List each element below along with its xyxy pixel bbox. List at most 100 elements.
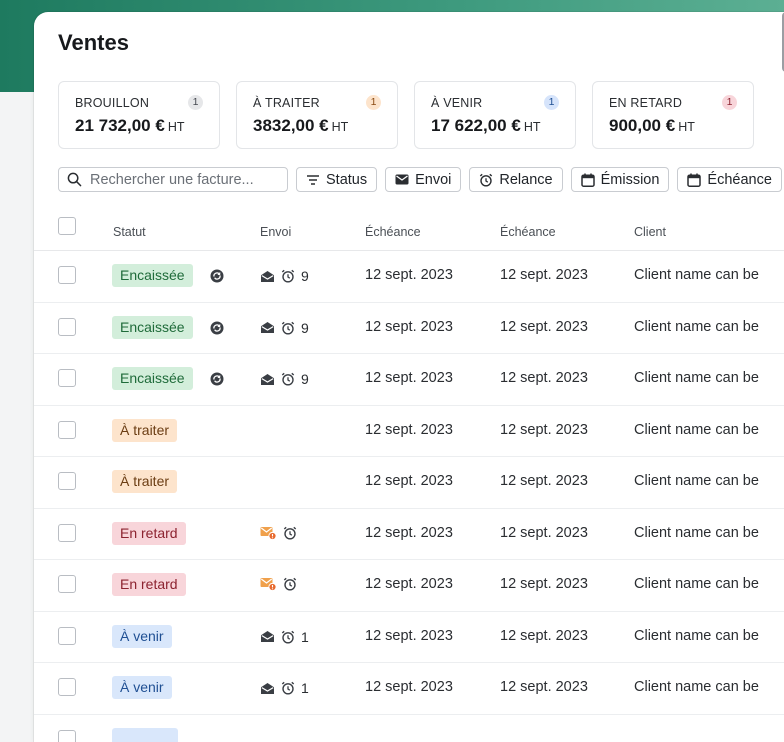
due-date-cell-2: 12 sept. 2023 xyxy=(500,319,588,335)
count-badge: 1 xyxy=(544,95,559,110)
emission-filter-button[interactable]: Émission xyxy=(571,167,670,192)
search-input[interactable] xyxy=(90,172,275,188)
relance-filter-button[interactable]: Relance xyxy=(469,167,562,192)
client-cell: Client name can be xyxy=(634,628,759,644)
row-checkbox[interactable] xyxy=(58,318,76,336)
envoi-indicators: 9 xyxy=(260,320,309,336)
status-badge: Encaissée xyxy=(112,316,193,339)
due-date-cell-2: 12 sept. 2023 xyxy=(500,679,588,695)
table-row[interactable]: À venir112 sept. 202312 sept. 2023Client… xyxy=(34,612,784,664)
status-badge: À traiter xyxy=(112,470,177,493)
status-badge: Encaissée xyxy=(112,367,193,390)
card-label: À TRAITER xyxy=(253,96,381,110)
filter-lines-icon xyxy=(306,174,320,186)
alarm-clock-icon xyxy=(281,681,295,695)
card-en-retard[interactable]: EN RETARD 1 900,00 €HT xyxy=(592,81,754,149)
envelope-icon xyxy=(395,174,409,185)
sync-icon xyxy=(210,321,224,335)
due-date-cell: 12 sept. 2023 xyxy=(365,422,453,438)
row-checkbox[interactable] xyxy=(58,421,76,439)
amount-value: 21 732,00 € xyxy=(75,116,165,135)
card-a-traiter[interactable]: À TRAITER 1 3832,00 €HT xyxy=(236,81,398,149)
status-badge: À traiter xyxy=(112,419,177,442)
button-label: Envoi xyxy=(415,172,451,188)
table-row[interactable]: En retard12 sept. 202312 sept. 2023Clien… xyxy=(34,560,784,612)
table-row[interactable]: À traiter12 sept. 202312 sept. 2023Clien… xyxy=(34,406,784,458)
alarm-clock-icon xyxy=(281,372,295,386)
row-checkbox[interactable] xyxy=(58,524,76,542)
envoi-indicators: 1 xyxy=(260,629,309,645)
amount-value: 3832,00 € xyxy=(253,116,329,135)
card-amount: 900,00 €HT xyxy=(609,116,737,136)
row-checkbox[interactable] xyxy=(58,472,76,490)
table-row[interactable] xyxy=(34,715,784,742)
table-row[interactable]: En retard12 sept. 202312 sept. 2023Clien… xyxy=(34,509,784,561)
envoi-indicators: 9 xyxy=(260,371,309,387)
status-filter-button[interactable]: Status xyxy=(296,167,377,192)
card-amount: 21 732,00 €HT xyxy=(75,116,203,136)
row-checkbox[interactable] xyxy=(58,730,76,742)
row-checkbox[interactable] xyxy=(58,266,76,284)
envelope-open-icon xyxy=(260,373,275,386)
table-row[interactable]: Encaissée912 sept. 202312 sept. 2023Clie… xyxy=(34,354,784,406)
echeance-filter-button[interactable]: Échéance xyxy=(677,167,782,192)
amount-unit: HT xyxy=(332,120,349,134)
due-date-cell: 12 sept. 2023 xyxy=(365,679,453,695)
sync-icon xyxy=(210,269,224,283)
envoi-indicators xyxy=(260,577,303,591)
sales-panel: Ventes BROUILLON 1 21 732,00 €HT À TRAIT… xyxy=(34,12,784,742)
button-label: Émission xyxy=(601,172,660,188)
status-badge: À venir xyxy=(112,625,172,648)
relance-count: 9 xyxy=(301,268,309,284)
table-row[interactable]: À venir 1 12 sept. 2023 12 sept. 2023 Client… xyxy=(34,663,784,715)
relance-count: 1 xyxy=(301,680,309,696)
client-cell: Client name can be xyxy=(634,679,759,695)
row-checkbox[interactable] xyxy=(58,575,76,593)
alarm-clock-icon xyxy=(479,173,493,187)
row-checkbox[interactable] xyxy=(58,369,76,387)
table-row[interactable]: Encaissée912 sept. 202312 sept. 2023Clie… xyxy=(34,303,784,355)
amount-unit: HT xyxy=(524,120,541,134)
alarm-clock-icon xyxy=(281,321,295,335)
card-amount: 17 622,00 €HT xyxy=(431,116,559,136)
status-badge: À venir xyxy=(112,676,172,699)
table-row[interactable]: À traiter12 sept. 202312 sept. 2023Clien… xyxy=(34,457,784,509)
amount-unit: HT xyxy=(678,120,695,134)
status-badge: En retard xyxy=(112,522,186,545)
due-date-cell: 12 sept. 2023 xyxy=(365,525,453,541)
alarm-clock-icon xyxy=(283,526,297,540)
relance-count: 9 xyxy=(301,371,309,387)
header-client[interactable]: Client xyxy=(634,225,666,239)
header-envoi[interactable]: Envoi xyxy=(260,225,291,239)
alarm-clock-icon xyxy=(283,577,297,591)
envoi-filter-button[interactable]: Envoi xyxy=(385,167,461,192)
select-all-checkbox[interactable] xyxy=(58,217,76,235)
table-row[interactable]: Encaissée912 sept. 202312 sept. 2023Clie… xyxy=(34,251,784,303)
filter-bar: Status Envoi Relance Émission Échéance xyxy=(58,167,782,192)
card-brouillon[interactable]: BROUILLON 1 21 732,00 €HT xyxy=(58,81,220,149)
client-cell: Client name can be xyxy=(634,267,759,283)
search-box[interactable] xyxy=(58,167,288,192)
due-date-cell: 12 sept. 2023 xyxy=(365,267,453,283)
due-date-cell: 12 sept. 2023 xyxy=(365,370,453,386)
row-checkbox[interactable] xyxy=(58,627,76,645)
card-a-venir[interactable]: À VENIR 1 17 622,00 €HT xyxy=(414,81,576,149)
button-label: Status xyxy=(326,172,367,188)
envelope-open-icon xyxy=(260,630,275,643)
count-badge: 1 xyxy=(188,95,203,110)
client-cell: Client name can be xyxy=(634,576,759,592)
card-amount: 3832,00 €HT xyxy=(253,116,381,136)
row-checkbox[interactable] xyxy=(58,678,76,696)
count-badge: 1 xyxy=(722,95,737,110)
header-echeance[interactable]: Échéance xyxy=(365,225,421,239)
due-date-cell-2: 12 sept. 2023 xyxy=(500,628,588,644)
card-label: BROUILLON xyxy=(75,96,203,110)
header-statut[interactable]: Statut xyxy=(113,225,146,239)
header-echeance-2[interactable]: Échéance xyxy=(500,225,556,239)
status-badge xyxy=(112,728,178,742)
table-body: Encaissée 9 12 sept. 2023 12 sept. 2023 Clie… xyxy=(34,251,784,742)
client-cell: Client name can be xyxy=(634,473,759,489)
alarm-clock-icon xyxy=(281,630,295,644)
due-date-cell-2: 12 sept. 2023 xyxy=(500,267,588,283)
amount-value: 17 622,00 € xyxy=(431,116,521,135)
